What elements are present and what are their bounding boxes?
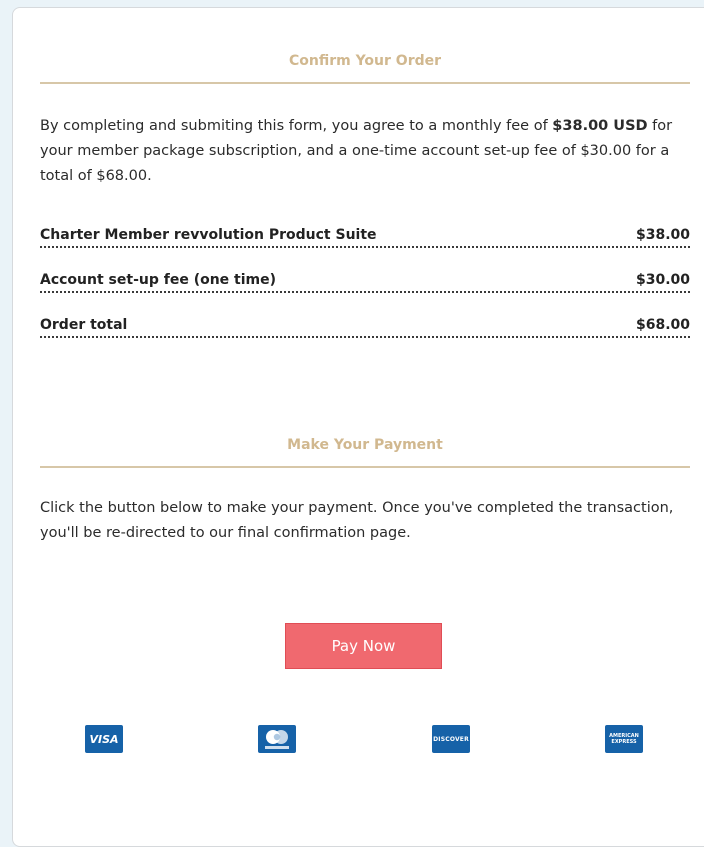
order-line-total: Order total $68.00: [40, 314, 690, 338]
order-line-label: Account set-up fee (one time): [40, 272, 277, 288]
order-line-label: Order total: [40, 317, 128, 333]
amex-icon: AMERICAN EXPRESS: [605, 725, 643, 753]
agreement-monthly-fee: $38.00 USD: [552, 118, 648, 134]
discover-icon: DISCOVER: [432, 725, 470, 753]
payment-title-divider: [40, 466, 690, 468]
agreement-text: By completing and submiting this form, y…: [40, 114, 695, 189]
mastercard-circles: [265, 730, 289, 749]
order-line-product: Charter Member revvolution Product Suite…: [40, 224, 690, 248]
discover-text: DISCOVER: [433, 735, 469, 743]
order-line-label: Charter Member revvolution Product Suite: [40, 227, 377, 243]
make-payment-title: Make Your Payment: [287, 437, 443, 453]
pay-now-button[interactable]: Pay Now: [285, 623, 442, 669]
payment-instructions: Click the button below to make your paym…: [40, 500, 674, 541]
order-line-amount: $38.00: [635, 227, 690, 243]
order-line-amount: $30.00: [635, 272, 690, 288]
order-line-setup-fee: Account set-up fee (one time) $30.00: [40, 269, 690, 293]
visa-text: VISA: [89, 732, 119, 746]
mastercard-icon: [258, 725, 296, 753]
visa-icon: VISA: [85, 725, 123, 753]
confirm-order-title: Confirm Your Order: [288, 53, 442, 69]
order-card: Confirm Your Order By completing and sub…: [12, 7, 704, 847]
amex-text: AMERICAN EXPRESS: [609, 733, 639, 745]
order-line-amount: $68.00: [635, 317, 690, 333]
agreement-text-pre: By completing and submiting this form, y…: [40, 118, 553, 134]
confirm-title-divider: [40, 82, 690, 84]
